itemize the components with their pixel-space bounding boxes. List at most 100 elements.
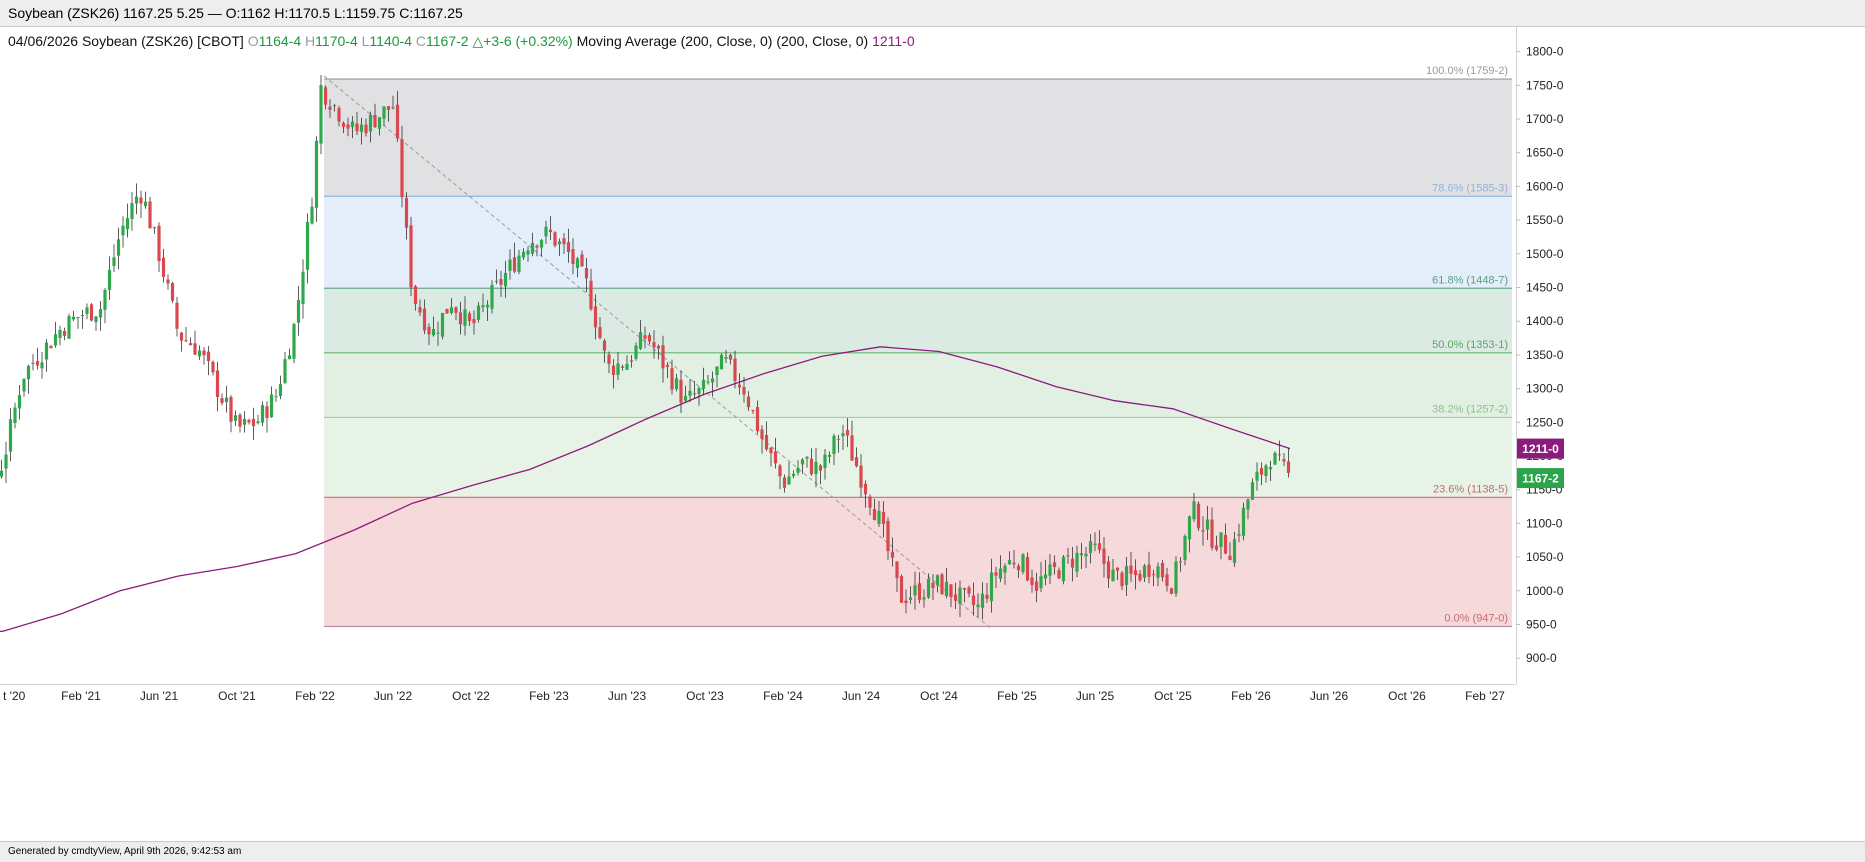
candle-up — [521, 251, 526, 258]
candle-up — [301, 271, 305, 304]
candle-up — [1183, 535, 1187, 561]
candle-down — [890, 551, 895, 558]
candle-down — [733, 358, 737, 381]
candle-up — [841, 433, 845, 437]
legend-ma-params: (200, Close, 0) — [776, 33, 869, 49]
candle-up — [1232, 539, 1237, 563]
candle-down — [62, 331, 67, 336]
candle-down — [422, 308, 427, 331]
candle-down — [337, 108, 341, 122]
candle-down — [1147, 564, 1151, 577]
candle-down — [692, 393, 697, 395]
price-tick-label: 1600-0 — [1526, 179, 1564, 193]
candle-up — [530, 242, 535, 254]
time-tick-label: Jun '21 — [140, 689, 179, 703]
candle-up — [269, 394, 274, 418]
candle-down — [728, 354, 733, 360]
candle-down — [679, 379, 683, 403]
candle-down — [251, 418, 256, 427]
candle-down — [418, 307, 422, 313]
time-tick-label: Feb '21 — [61, 689, 101, 703]
price-chart[interactable]: 100.0% (1759-2) 78.6% (1585-3) 61.8% (1448… — [0, 27, 1865, 841]
candle-up — [22, 378, 26, 392]
candle-down — [472, 319, 476, 324]
candle-down — [161, 257, 166, 277]
candle-up — [908, 597, 913, 600]
time-tick-label: Jun '24 — [842, 689, 881, 703]
candle-down — [917, 583, 922, 601]
candle-up — [724, 357, 728, 359]
candle-up — [814, 461, 818, 475]
candle-up — [440, 312, 445, 337]
legend-high-value: 1170-4 — [315, 33, 358, 49]
legend-ma-label: Moving Average (200, Close, 0) — [576, 33, 773, 49]
price-badge-label: 1167-2 — [1522, 472, 1559, 486]
legend-symbol: Soybean (ZSK26) [CBOT] — [81, 33, 244, 49]
candle-up — [1124, 566, 1129, 585]
candle-down — [499, 279, 503, 285]
candle-down — [584, 267, 589, 279]
candle-up — [260, 405, 265, 423]
candle-up — [382, 106, 386, 119]
candle-down — [400, 139, 404, 198]
candle-down — [949, 584, 953, 598]
candle-down — [1160, 563, 1165, 578]
price-tick-label: 1550-0 — [1526, 213, 1564, 227]
price-tick-label: 1250-0 — [1526, 415, 1564, 429]
candle-up — [517, 255, 521, 273]
candle-down — [760, 429, 764, 439]
candle-up — [278, 384, 283, 397]
candle-down — [247, 419, 251, 423]
candle-up — [701, 379, 706, 389]
candle-up — [292, 324, 296, 359]
candle-down — [850, 435, 854, 461]
candle-down — [962, 588, 967, 590]
candle-up — [1237, 534, 1241, 536]
price-tick-label: 1450-0 — [1526, 281, 1564, 295]
legend-close-label: C — [415, 33, 426, 49]
candle-up — [913, 585, 917, 596]
candle-up — [98, 309, 103, 318]
candle-up — [1246, 499, 1250, 510]
candle-up — [125, 218, 130, 230]
candle-up — [877, 510, 881, 524]
candle-down — [1210, 519, 1214, 548]
candle-up — [224, 397, 229, 403]
price-tick-label: 900-0 — [1526, 651, 1557, 665]
footer-bar: Generated by cmdtyView, April 9th 2026, … — [0, 841, 1865, 862]
chart-area[interactable]: 100.0% (1759-2) 78.6% (1585-3) 61.8% (1448… — [0, 27, 1865, 841]
legend-ma-value: 1211-0 — [872, 33, 915, 49]
time-tick-label: Oct '21 — [218, 689, 256, 703]
candle-down — [1259, 467, 1264, 475]
candle-down — [751, 410, 755, 412]
candle-up — [1142, 565, 1147, 578]
candle-up — [436, 332, 440, 334]
candle-down — [184, 340, 188, 342]
candle-up — [274, 396, 278, 398]
candle-down — [1102, 548, 1106, 564]
candle-up — [116, 239, 121, 256]
candle-up — [1007, 560, 1012, 565]
candle-down — [652, 342, 656, 348]
candle-down — [886, 521, 890, 552]
candle-down — [1286, 461, 1291, 473]
candle-down — [1106, 561, 1111, 579]
time-tick-label: Jun '25 — [1076, 689, 1115, 703]
candle-up — [634, 345, 638, 359]
candle-down — [220, 398, 224, 404]
candle-up — [449, 307, 454, 313]
candle-down — [742, 387, 746, 395]
candle-up — [508, 259, 512, 271]
fib-zone — [324, 352, 1512, 418]
candle-down — [1052, 562, 1057, 568]
candle-up — [1250, 482, 1255, 500]
time-tick-label: Feb '26 — [1231, 689, 1271, 703]
candle-up — [638, 332, 643, 349]
candle-down — [1214, 545, 1219, 550]
fib-level-label: 61.8% (1448-7) — [1432, 274, 1508, 286]
candle-down — [548, 229, 553, 233]
candle-down — [1115, 567, 1120, 571]
candle-down — [1282, 459, 1286, 462]
candle-up — [310, 206, 314, 224]
candle-up — [1192, 501, 1196, 520]
